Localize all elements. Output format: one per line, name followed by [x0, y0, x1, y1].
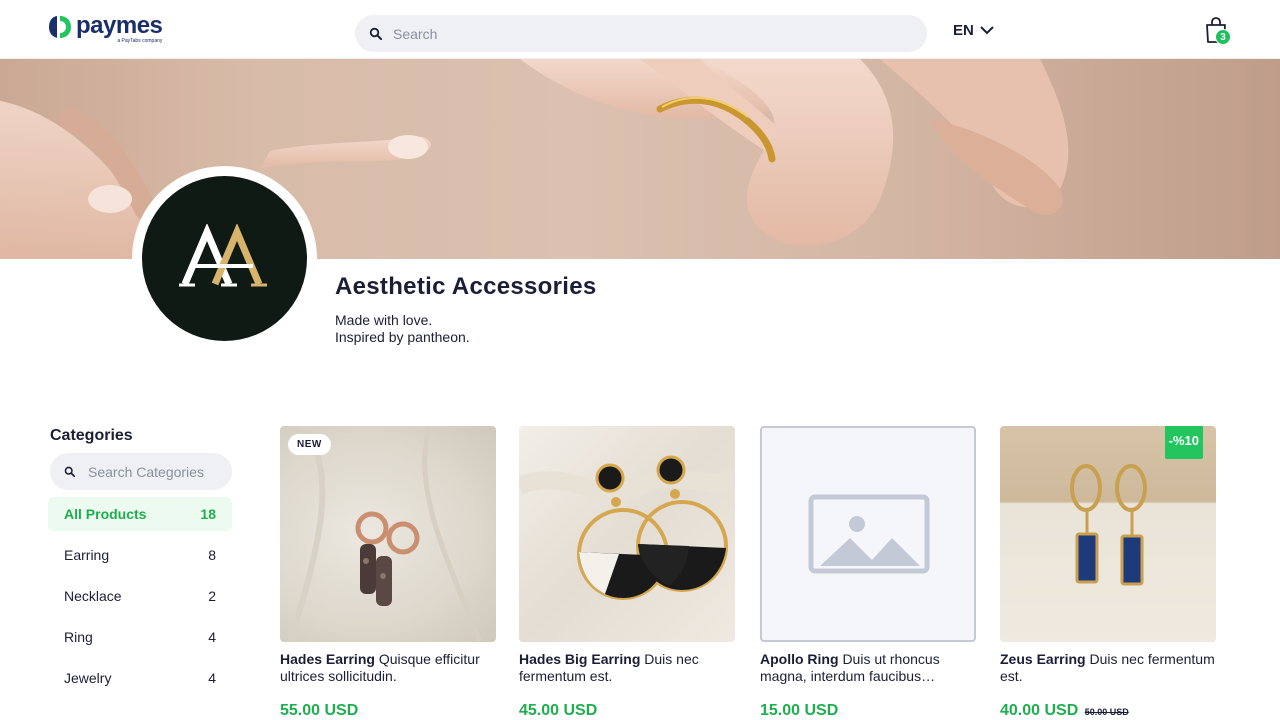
category-item-all-products[interactable]: All Products 18	[48, 497, 232, 531]
category-item-ring[interactable]: Ring 4	[48, 620, 232, 654]
category-count: 4	[208, 670, 216, 686]
category-count: 2	[208, 588, 216, 604]
product-card[interactable]: -%10 Zeus Earring Duis nec fermentum est…	[1000, 426, 1216, 720]
category-search[interactable]	[50, 453, 232, 490]
category-search-input[interactable]	[88, 463, 228, 480]
product-card[interactable]: NEW Hades Earring Quisque efficitur ultr…	[280, 426, 496, 720]
product-image[interactable]: NEW	[280, 426, 496, 642]
language-label: EN	[953, 22, 974, 39]
category-item-necklace[interactable]: Necklace 2	[48, 579, 232, 613]
product-image-placeholder[interactable]	[760, 426, 976, 642]
product-price-row: 40.00 USD 50.00 USD	[1000, 702, 1216, 720]
category-count: 4	[208, 629, 216, 645]
product-name: Apollo Ring	[760, 651, 839, 667]
aa-monogram-icon	[178, 223, 267, 286]
new-badge: NEW	[288, 434, 331, 455]
product-title: Zeus Earring Duis nec fermentum est.	[1000, 651, 1216, 685]
product-card[interactable]: Hades Big Earring Duis nec fermentum est…	[519, 426, 735, 720]
language-selector[interactable]: EN	[953, 22, 994, 39]
store-description: Made with love. Inspired by pantheon.	[335, 312, 470, 346]
search-input[interactable]	[393, 25, 893, 42]
cart-button[interactable]: 3	[1204, 16, 1232, 46]
store-description-line: Made with love.	[335, 312, 433, 328]
top-header: paymes a PayTabs company EN 3	[0, 0, 1280, 59]
product-image[interactable]	[519, 426, 735, 642]
category-label: Jewelry	[64, 670, 112, 686]
store-description-line: Inspired by pantheon.	[335, 329, 470, 345]
image-placeholder-icon	[808, 494, 930, 574]
product-name: Zeus Earring	[1000, 651, 1086, 667]
product-title: Hades Big Earring Duis nec fermentum est…	[519, 651, 735, 685]
product-title: Hades Earring Quisque efficitur ultrices…	[280, 651, 496, 685]
product-title: Apollo Ring Duis ut rhoncus magna, inter…	[760, 651, 976, 685]
discount-badge: -%10	[1164, 426, 1203, 459]
product-name: Hades Earring	[280, 651, 375, 667]
category-label: All Products	[64, 506, 147, 522]
product-name: Hades Big Earring	[519, 651, 641, 667]
store-name: Aesthetic Accessories	[335, 273, 597, 300]
product-old-price: 50.00 USD	[1084, 707, 1129, 717]
product-price: 40.00 USD	[1000, 702, 1079, 719]
category-label: Earring	[64, 547, 110, 563]
product-image[interactable]: -%10	[1000, 426, 1216, 642]
cart-count-badge: 3	[1215, 29, 1231, 45]
brand-name: paymes	[76, 12, 163, 39]
category-item-earring[interactable]: Earring 8	[48, 538, 232, 572]
product-card[interactable]: Apollo Ring Duis ut rhoncus magna, inter…	[760, 426, 976, 720]
category-list: All Products 18 Earring 8 Necklace 2 Rin…	[48, 497, 232, 702]
paymes-logo-icon	[49, 16, 71, 38]
category-count: 18	[200, 506, 216, 522]
chevron-down-icon	[980, 26, 994, 35]
category-item-jewelry[interactable]: Jewelry 4	[48, 661, 232, 695]
product-price: 55.00 USD	[280, 702, 359, 719]
store-logo	[142, 176, 307, 341]
product-price: 15.00 USD	[760, 702, 839, 719]
search-icon	[369, 27, 382, 40]
brand-tagline: a PayTabs company	[117, 38, 163, 44]
paymes-logo[interactable]: paymes a PayTabs company	[48, 12, 163, 44]
category-label: Necklace	[64, 588, 122, 604]
earring-photo	[519, 455, 735, 600]
category-count: 8	[208, 547, 216, 563]
product-price: 45.00 USD	[519, 702, 598, 719]
category-label: Ring	[64, 629, 93, 645]
global-search[interactable]	[355, 15, 927, 52]
earring-photo	[287, 426, 483, 642]
categories-title: Categories	[50, 427, 133, 444]
search-icon	[64, 466, 76, 477]
